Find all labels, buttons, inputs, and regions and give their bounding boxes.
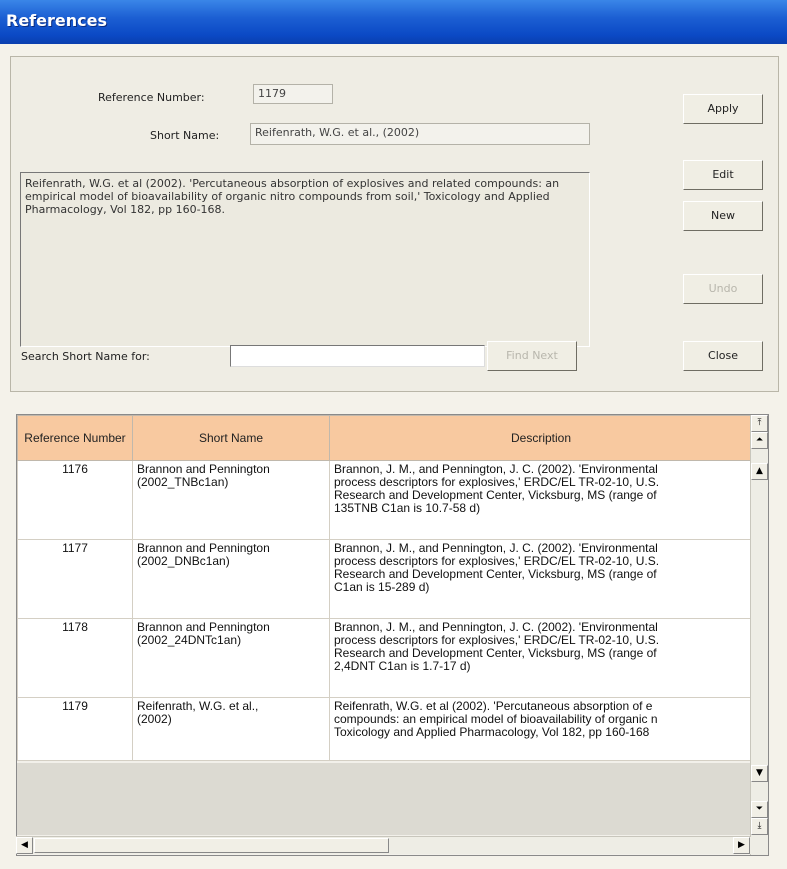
cell-text: (2002) [137, 712, 172, 726]
window-title: References [6, 11, 107, 30]
apply-button-label: Apply [707, 102, 739, 115]
search-label: Search Short Name for: [21, 350, 150, 363]
cell-reference-number[interactable]: 1179 [17, 697, 133, 761]
vertical-scrollbar[interactable]: ⤒ ⏶ ▲ ▼ ⏷ ⤓ [750, 415, 768, 855]
new-button[interactable]: New [683, 201, 763, 231]
reference-number-field[interactable]: 1179 [253, 84, 333, 104]
search-input[interactable] [230, 345, 485, 367]
header-reference-number[interactable]: Reference Number [17, 415, 133, 461]
cell-text: 2,4DNT C1an is 1.7-17 d) [334, 659, 471, 673]
cell-short-name[interactable]: Brannon and Pennington (2002_DNBc1an) [132, 539, 330, 619]
edit-button[interactable]: Edit [683, 160, 763, 190]
scroll-first-icon[interactable]: ⤒ [751, 415, 768, 432]
scroll-page-up-icon[interactable]: ⏶ [751, 432, 768, 449]
scroll-down-icon[interactable]: ▼ [751, 765, 768, 782]
cell-short-name[interactable]: Brannon and Pennington (2002_TNBc1an) [132, 460, 330, 540]
cell-text: (2002_TNBc1an) [137, 475, 229, 489]
scroll-right-icon[interactable]: ▶ [733, 837, 750, 854]
cell-short-name[interactable]: Brannon and Pennington (2002_24DNTc1an) [132, 618, 330, 698]
scroll-left-icon[interactable]: ◀ [16, 837, 33, 854]
cell-description[interactable]: Brannon, J. M., and Pennington, J. C. (2… [329, 460, 753, 540]
cell-reference-number[interactable]: 1176 [17, 460, 133, 540]
reference-number-label: Reference Number: [98, 91, 205, 104]
table-row[interactable]: 1179 Reifenrath, W.G. et al., (2002) Reif… [17, 697, 753, 761]
table-row[interactable]: 1178 Brannon and Pennington (2002_24DNTc1… [17, 618, 753, 698]
cell-text: C1an is 15-289 d) [334, 580, 430, 594]
description-textarea[interactable]: Reifenrath, W.G. et al (2002). 'Percutan… [20, 172, 590, 347]
cell-text: (2002_DNBc1an) [137, 554, 230, 568]
undo-button[interactable]: Undo [683, 274, 763, 304]
cell-description[interactable]: Reifenrath, W.G. et al (2002). 'Percutan… [329, 697, 753, 761]
cell-short-name[interactable]: Reifenrath, W.G. et al., (2002) [132, 697, 330, 761]
scroll-up-icon[interactable]: ▲ [751, 463, 768, 480]
close-button[interactable]: Close [683, 341, 763, 371]
short-name-field[interactable]: Reifenrath, W.G. et al., (2002) [250, 123, 590, 145]
header-short-name[interactable]: Short Name [132, 415, 330, 461]
header-description[interactable]: Description [329, 415, 753, 461]
close-button-label: Close [708, 349, 738, 362]
cell-reference-number[interactable]: 1177 [17, 539, 133, 619]
scroll-page-down-icon[interactable]: ⏷ [751, 801, 768, 818]
cell-text: 135TNB C1an is 10.7-58 d) [334, 501, 481, 515]
grid-empty-area [17, 763, 752, 835]
scroll-last-icon[interactable]: ⤓ [751, 818, 768, 835]
edit-button-label: Edit [712, 168, 734, 181]
references-table: Reference Number Short Name Description … [17, 415, 753, 761]
grid-header-row: Reference Number Short Name Description [17, 415, 753, 461]
cell-description[interactable]: Brannon, J. M., and Pennington, J. C. (2… [329, 539, 753, 619]
new-button-label: New [711, 209, 735, 222]
cell-reference-number[interactable]: 1178 [17, 618, 133, 698]
table-row[interactable]: 1176 Brannon and Pennington (2002_TNBc1an… [17, 460, 753, 540]
cell-description[interactable]: Brannon, J. M., and Pennington, J. C. (2… [329, 618, 753, 698]
references-grid[interactable]: Reference Number Short Name Description … [16, 414, 769, 856]
title-bar: References [0, 0, 787, 44]
undo-button-label: Undo [708, 282, 738, 295]
find-next-button[interactable]: Find Next [487, 341, 577, 371]
cell-text: (2002_24DNTc1an) [137, 633, 242, 647]
horizontal-scroll-thumb[interactable] [34, 838, 389, 853]
table-row[interactable]: 1177 Brannon and Pennington (2002_DNBc1an… [17, 539, 753, 619]
short-name-label: Short Name: [150, 129, 220, 142]
apply-button[interactable]: Apply [683, 94, 763, 124]
horizontal-scrollbar[interactable]: ◀ ▶ [16, 836, 751, 854]
cell-text: Toxicology and Applied Pharmacology, Vol… [334, 725, 650, 739]
